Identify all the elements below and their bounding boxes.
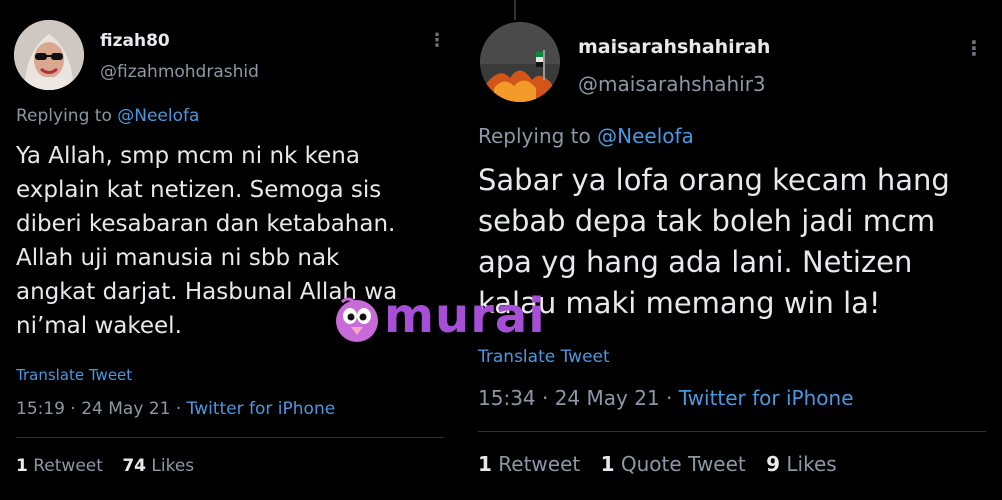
tweet-source-link[interactable]: Twitter for iPhone	[187, 399, 336, 419]
translate-tweet-link[interactable]: Translate Tweet	[16, 366, 132, 384]
tweet-left: fizah80 @fizahmohdrashid ⋮ Replying to @…	[0, 0, 444, 500]
tweet-stats: 1 Retweet 74 Likes	[16, 456, 208, 476]
tweet-right: maisarahshahirah @maisarahshahir3 ⋮ Repl…	[466, 0, 1002, 500]
replying-to-label: Replying to	[478, 124, 591, 148]
quote-tweets-stat[interactable]: 1 Quote Tweet	[601, 452, 746, 476]
tweet-text: Sabar ya lofa orang kecam hang sebab dep…	[478, 163, 950, 320]
replying-to: Replying to @Neelofa	[478, 124, 694, 148]
retweets-stat[interactable]: 1 Retweet	[478, 452, 580, 476]
user-handle[interactable]: @maisarahshahir3	[578, 72, 766, 96]
likes-stat[interactable]: 74 Likes	[122, 456, 194, 476]
like-count: 9	[766, 452, 781, 476]
murai-watermark: murai	[332, 290, 545, 360]
user-avatar-icon	[14, 20, 84, 90]
like-count: 74	[122, 456, 146, 476]
replying-to: Replying to @Neelofa	[16, 106, 199, 126]
bird-logo-icon	[336, 297, 378, 342]
display-name[interactable]: maisarahshahirah	[578, 36, 770, 58]
avatar[interactable]	[14, 20, 84, 90]
watermark-text: murai	[384, 288, 546, 344]
retweet-count: 1	[16, 456, 28, 476]
retweet-count: 1	[478, 452, 492, 476]
avatar[interactable]	[480, 22, 560, 102]
tweet-timestamp[interactable]: 15:19 · 24 May 21 ·	[16, 399, 181, 419]
user-handle[interactable]: @fizahmohdrashid	[100, 62, 259, 82]
like-label: Likes	[786, 452, 837, 476]
divider	[478, 431, 986, 432]
user-avatar-icon	[480, 22, 560, 102]
divider	[16, 437, 444, 438]
retweets-stat[interactable]: 1 Retweet	[16, 456, 103, 476]
mention-link[interactable]: @Neelofa	[597, 124, 694, 148]
likes-stat[interactable]: 9 Likes	[766, 452, 837, 476]
tweet-metadata: 15:19 · 24 May 21 · Twitter for iPhone	[16, 399, 335, 419]
quote-count: 1	[600, 452, 615, 476]
thread-line	[514, 0, 516, 20]
like-label: Likes	[151, 456, 195, 476]
tweet-timestamp[interactable]: 15:34 · 24 May 21 ·	[478, 386, 672, 410]
display-name[interactable]: fizah80	[100, 31, 170, 51]
more-options-icon[interactable]: ⋮	[428, 32, 444, 50]
replying-to-label: Replying to	[16, 106, 112, 126]
more-options-icon[interactable]: ⋮	[964, 38, 984, 58]
retweet-label: Retweet	[498, 452, 581, 476]
quote-label: Quote Tweet	[620, 452, 746, 476]
tweet-stats: 1 Retweet 1 Quote Tweet 9 Likes	[478, 452, 851, 476]
tweet-source-link[interactable]: Twitter for iPhone	[679, 386, 854, 410]
mention-link[interactable]: @Neelofa	[117, 106, 199, 126]
retweet-label: Retweet	[33, 456, 103, 476]
tweet-metadata: 15:34 · 24 May 21 · Twitter for iPhone	[478, 386, 854, 410]
